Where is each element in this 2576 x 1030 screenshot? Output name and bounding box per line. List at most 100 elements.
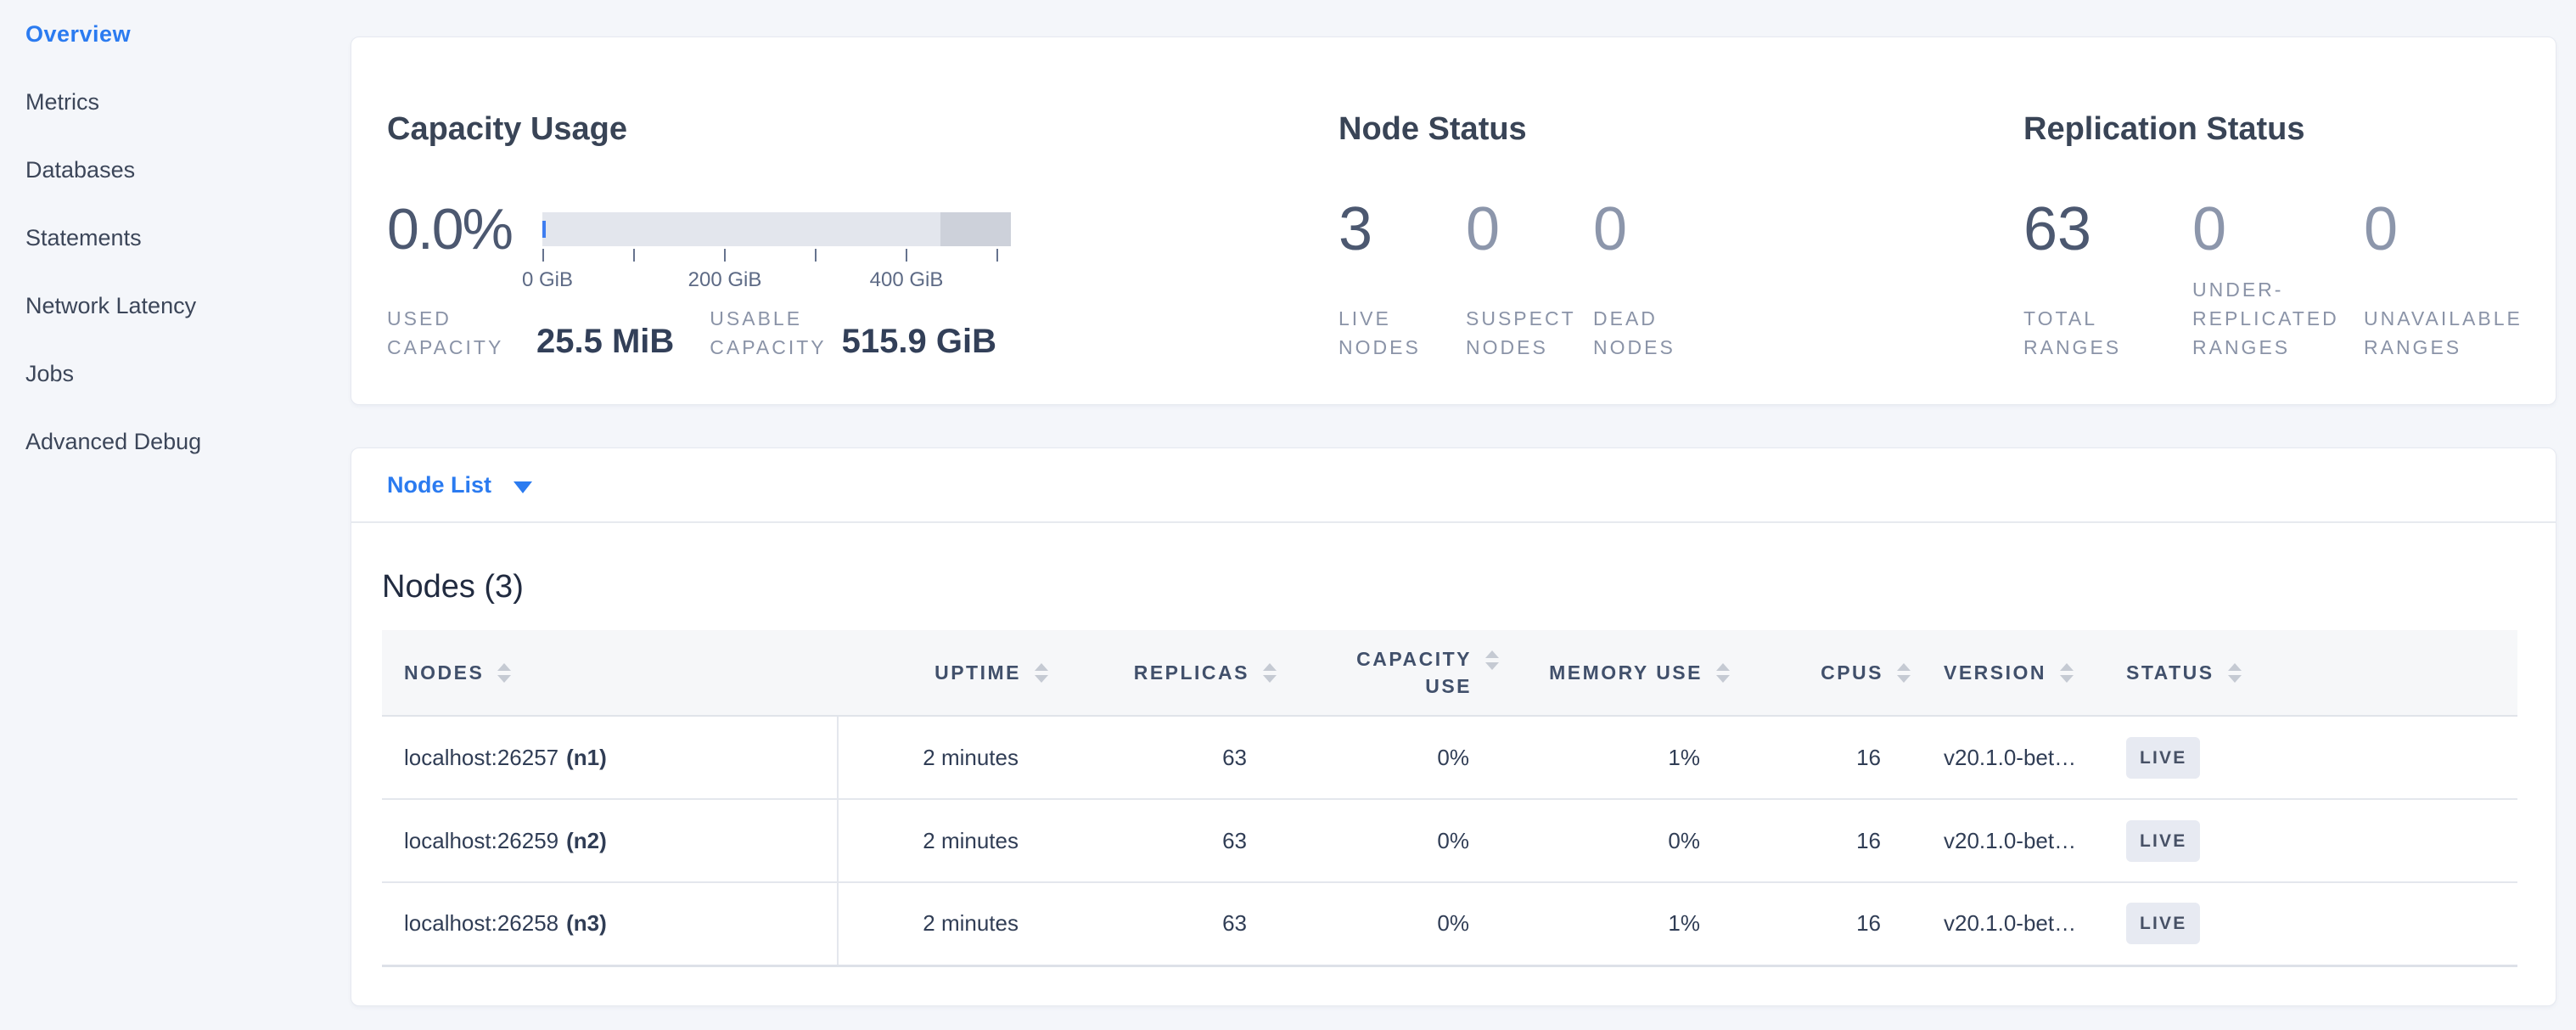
cpus-cell: 16 bbox=[1731, 716, 1911, 799]
column-label: UPTIME bbox=[934, 661, 1021, 684]
version-cell: v20.1.0-bet… bbox=[1911, 882, 2105, 965]
column-header-capacity-use[interactable]: CAPACITYUSE bbox=[1277, 630, 1500, 716]
axis-tick-label: 400 GiB bbox=[870, 268, 944, 292]
label-line: RANGES bbox=[2364, 333, 2556, 362]
under-replicated-ranges-count: 0 bbox=[2192, 197, 2364, 262]
column-header-nodes[interactable]: NODES bbox=[382, 630, 838, 716]
sort-arrows-icon bbox=[2228, 663, 2242, 683]
column-header-version[interactable]: VERSION bbox=[1911, 630, 2105, 716]
cpus-cell: 16 bbox=[1731, 799, 1911, 882]
sort-arrows-icon bbox=[1263, 663, 1277, 683]
suspect-nodes-count: 0 bbox=[1466, 197, 1593, 262]
column-label: CAPACITYUSE bbox=[1356, 645, 1472, 700]
sidebar-item-statements[interactable]: Statements bbox=[0, 204, 351, 272]
nodes-table-container: Nodes (3) NODES UPTIME RE bbox=[351, 523, 2556, 967]
sort-arrows-icon bbox=[1716, 663, 1730, 683]
capacity-use-cell: 0% bbox=[1277, 716, 1500, 799]
sort-arrows-icon bbox=[1485, 650, 1499, 670]
label-line: USED bbox=[387, 304, 521, 333]
sidebar-item-overview[interactable]: Overview bbox=[0, 0, 351, 68]
dead-nodes-count: 0 bbox=[1593, 197, 2023, 262]
capacity-percent: 0.0% bbox=[387, 196, 542, 262]
capacity-usage-title: Capacity Usage bbox=[387, 112, 1339, 148]
uptime-cell: 2 minutes bbox=[838, 716, 1049, 799]
status-badge: LIVE bbox=[2126, 737, 2200, 779]
column-header-status[interactable]: STATUS bbox=[2105, 630, 2517, 716]
sidebar-item-databases[interactable]: Databases bbox=[0, 136, 351, 204]
status-badge: LIVE bbox=[2126, 820, 2200, 862]
replicas-cell: 63 bbox=[1049, 799, 1277, 882]
replication-status-title: Replication Status bbox=[2023, 112, 2556, 148]
sidebar-item-advanced-debug[interactable]: Advanced Debug bbox=[0, 408, 351, 476]
version-cell: v20.1.0-bet… bbox=[1911, 716, 2105, 799]
capacity-gauge: 0 GiB 200 GiB 400 GiB bbox=[542, 212, 1011, 246]
axis-tick bbox=[906, 249, 907, 262]
column-label: MEMORY USE bbox=[1549, 661, 1703, 684]
label-line: RANGES bbox=[2023, 333, 2192, 362]
uptime-cell: 2 minutes bbox=[838, 799, 1049, 882]
version-cell: v20.1.0-bet… bbox=[1911, 799, 2105, 882]
status-cell: LIVE bbox=[2105, 716, 2517, 799]
axis-tick bbox=[724, 249, 726, 262]
status-badge: LIVE bbox=[2126, 903, 2200, 944]
node-address: localhost:26259 bbox=[404, 828, 558, 853]
column-label: CPUS bbox=[1821, 661, 1883, 684]
sort-arrows-icon bbox=[1035, 663, 1048, 683]
memory-use-cell: 1% bbox=[1500, 716, 1731, 799]
capacity-metrics-row: USED CAPACITY 25.5 MiB USABLE CAPACITY 5… bbox=[387, 304, 1339, 362]
node-address-cell[interactable]: localhost:26259(n2) bbox=[382, 799, 838, 882]
capacity-gauge-axis: 0 GiB 200 GiB 400 GiB bbox=[542, 246, 1011, 294]
suspect-nodes-label: SUSPECT NODES bbox=[1466, 304, 1593, 362]
label-line: REPLICATED bbox=[2192, 304, 2364, 333]
table-row: localhost:26258(n3) 2 minutes 63 0% 1% 1… bbox=[382, 882, 2517, 965]
node-address: localhost:26257 bbox=[404, 745, 558, 770]
label-line: RANGES bbox=[2192, 333, 2364, 362]
label-line: TOTAL bbox=[2023, 304, 2192, 333]
label-line: UNAVAILABLE bbox=[2364, 304, 2556, 333]
node-address-cell[interactable]: localhost:26258 (n3) bbox=[382, 882, 838, 965]
node-address-cell[interactable]: localhost:26257(n1) bbox=[382, 716, 838, 799]
column-label: VERSION bbox=[1944, 661, 2046, 684]
label-line: DEAD bbox=[1593, 304, 2023, 333]
sidebar-item-metrics[interactable]: Metrics bbox=[0, 68, 351, 136]
usable-capacity-value: 515.9 GiB bbox=[842, 324, 996, 358]
node-name: (n3) bbox=[566, 910, 607, 936]
total-ranges-count: 63 bbox=[2023, 197, 2192, 262]
sidebar: Overview Metrics Databases Statements Ne… bbox=[0, 0, 351, 1030]
node-list-dropdown[interactable]: Node List bbox=[351, 448, 2556, 523]
replication-stats: 63 0 0 TOTAL RANGES UNDER- REPLICATED RA… bbox=[2023, 197, 2556, 362]
column-header-replicas[interactable]: REPLICAS bbox=[1049, 630, 1277, 716]
replicas-cell: 63 bbox=[1049, 716, 1277, 799]
node-address: localhost:26258 bbox=[404, 910, 558, 936]
cpus-cell: 16 bbox=[1731, 882, 1911, 965]
capacity-use-cell: 0% bbox=[1277, 799, 1500, 882]
column-header-cpus[interactable]: CPUS bbox=[1731, 630, 1911, 716]
sidebar-item-network-latency[interactable]: Network Latency bbox=[0, 272, 351, 340]
live-nodes-count: 3 bbox=[1339, 197, 1466, 262]
column-header-uptime[interactable]: UPTIME bbox=[838, 630, 1049, 716]
capacity-usage-section: Capacity Usage 0.0% 0 GiB bbox=[387, 112, 1339, 362]
column-label: NODES bbox=[404, 661, 484, 684]
column-label: STATUS bbox=[2126, 661, 2214, 684]
sidebar-item-jobs[interactable]: Jobs bbox=[0, 340, 351, 408]
table-header-row: NODES UPTIME REPLICAS CAPACITYUSE MEMORY bbox=[382, 630, 2517, 716]
label-line: NODES bbox=[1339, 333, 1466, 362]
replicas-cell: 63 bbox=[1049, 882, 1277, 965]
usable-capacity-label: USABLE CAPACITY bbox=[710, 304, 826, 362]
axis-tick-label: 0 GiB bbox=[522, 268, 573, 292]
replication-status-section: Replication Status 63 0 0 TOTAL RANGES U… bbox=[2023, 112, 2556, 362]
sort-arrows-icon bbox=[2060, 663, 2074, 683]
capacity-gauge-row: 0.0% 0 GiB 200 GiB bbox=[387, 197, 1339, 262]
axis-tick bbox=[815, 249, 817, 262]
status-cell: LIVE bbox=[2105, 882, 2517, 965]
capacity-gauge-track bbox=[542, 212, 1011, 246]
column-label: REPLICAS bbox=[1134, 661, 1249, 684]
node-status-title: Node Status bbox=[1339, 112, 2023, 148]
sort-arrows-icon bbox=[497, 663, 511, 683]
main-content: Capacity Usage 0.0% 0 GiB bbox=[351, 0, 2576, 1030]
column-header-memory-use[interactable]: MEMORY USE bbox=[1500, 630, 1731, 716]
sort-arrows-icon bbox=[1897, 663, 1911, 683]
used-capacity-value: 25.5 MiB bbox=[536, 324, 674, 358]
label-line: SUSPECT bbox=[1466, 304, 1593, 333]
capacity-use-cell: 0% bbox=[1277, 882, 1500, 965]
